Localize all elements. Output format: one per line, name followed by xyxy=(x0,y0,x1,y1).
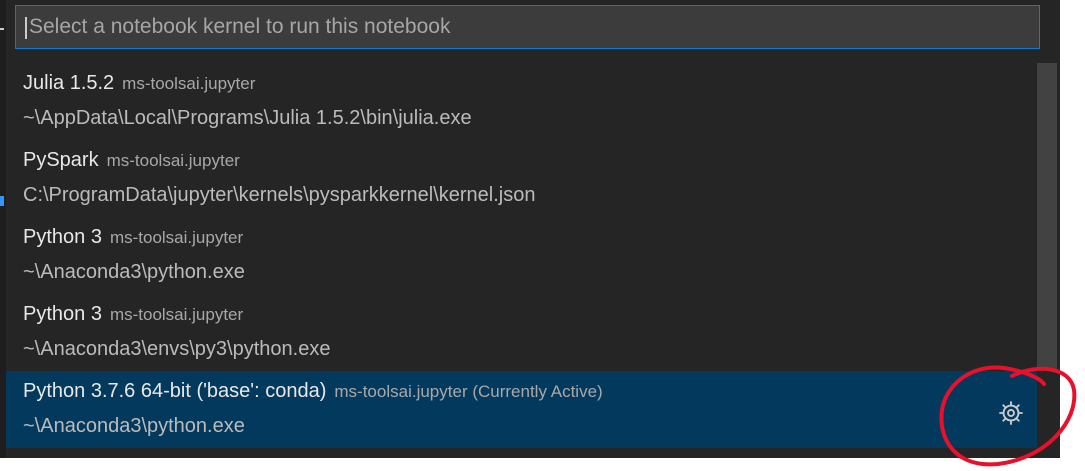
kernel-list: Julia 1.5.2 ms-toolsai.jupyter ~\AppData\… xyxy=(6,63,1037,448)
kernel-title: Python 3 xyxy=(23,303,102,325)
kernel-path: ~\Anaconda3\python.exe xyxy=(23,415,245,437)
list-scrollbar[interactable] xyxy=(1037,63,1057,370)
kernel-item-header: Python 3 ms-toolsai.jupyter xyxy=(23,302,243,328)
kernel-description: ms-toolsai.jupyter xyxy=(122,74,256,93)
kernel-description: ms-toolsai.jupyter xyxy=(106,151,240,170)
kernel-item-julia[interactable]: Julia 1.5.2 ms-toolsai.jupyter ~\AppData\… xyxy=(6,63,1037,140)
kernel-item-header: Julia 1.5.2 ms-toolsai.jupyter xyxy=(23,71,255,97)
text-caret xyxy=(25,17,27,39)
kernel-title: PySpark xyxy=(23,149,99,171)
search-box[interactable] xyxy=(15,5,1040,49)
kernel-path: C:\ProgramData\jupyter\kernels\pysparkke… xyxy=(23,184,536,206)
kernel-path: ~\Anaconda3\envs\py3\python.exe xyxy=(23,338,331,360)
kernel-description: ms-toolsai.jupyter (Currently Active) xyxy=(334,382,603,401)
kernel-item-python3-anaconda[interactable]: Python 3 ms-toolsai.jupyter ~\Anaconda3\p… xyxy=(6,217,1037,294)
kernel-search-input[interactable] xyxy=(29,6,1009,48)
gear-icon xyxy=(999,401,1023,425)
kernel-title: Julia 1.5.2 xyxy=(23,72,115,94)
kernel-description: ms-toolsai.jupyter xyxy=(109,305,244,324)
editor-link-fragment xyxy=(0,196,4,206)
kernel-item-header: PySpark ms-toolsai.jupyter xyxy=(23,148,240,174)
kernel-path: ~\AppData\Local\Programs\Julia 1.5.2\bin… xyxy=(23,107,472,129)
kernel-item-python3-py3-env[interactable]: Python 3 ms-toolsai.jupyter ~\Anaconda3\e… xyxy=(6,294,1037,371)
kernel-item-header: Python 3.7.6 64-bit ('base': conda) ms-to… xyxy=(23,379,603,405)
configure-kernel-button[interactable] xyxy=(993,395,1029,431)
kernel-item-pyspark[interactable]: PySpark ms-toolsai.jupyter C:\ProgramData… xyxy=(6,140,1037,217)
kernel-item-python376-base-active[interactable]: Python 3.7.6 64-bit ('base': conda) ms-to… xyxy=(6,371,1037,448)
kernel-title: Python 3 xyxy=(23,226,102,248)
kernel-item-header: Python 3 ms-toolsai.jupyter xyxy=(23,225,243,251)
kernel-path: ~\Anaconda3\python.exe xyxy=(23,261,245,283)
kernel-quick-pick: Julia 1.5.2 ms-toolsai.jupyter ~\AppData\… xyxy=(6,0,1060,458)
editor-text-fragment xyxy=(0,28,4,30)
kernel-picker-screenshot: Julia 1.5.2 ms-toolsai.jupyter ~\AppData\… xyxy=(0,0,1085,471)
kernel-description: ms-toolsai.jupyter xyxy=(109,228,244,247)
kernel-title: Python 3.7.6 64-bit ('base': conda) xyxy=(23,380,327,402)
